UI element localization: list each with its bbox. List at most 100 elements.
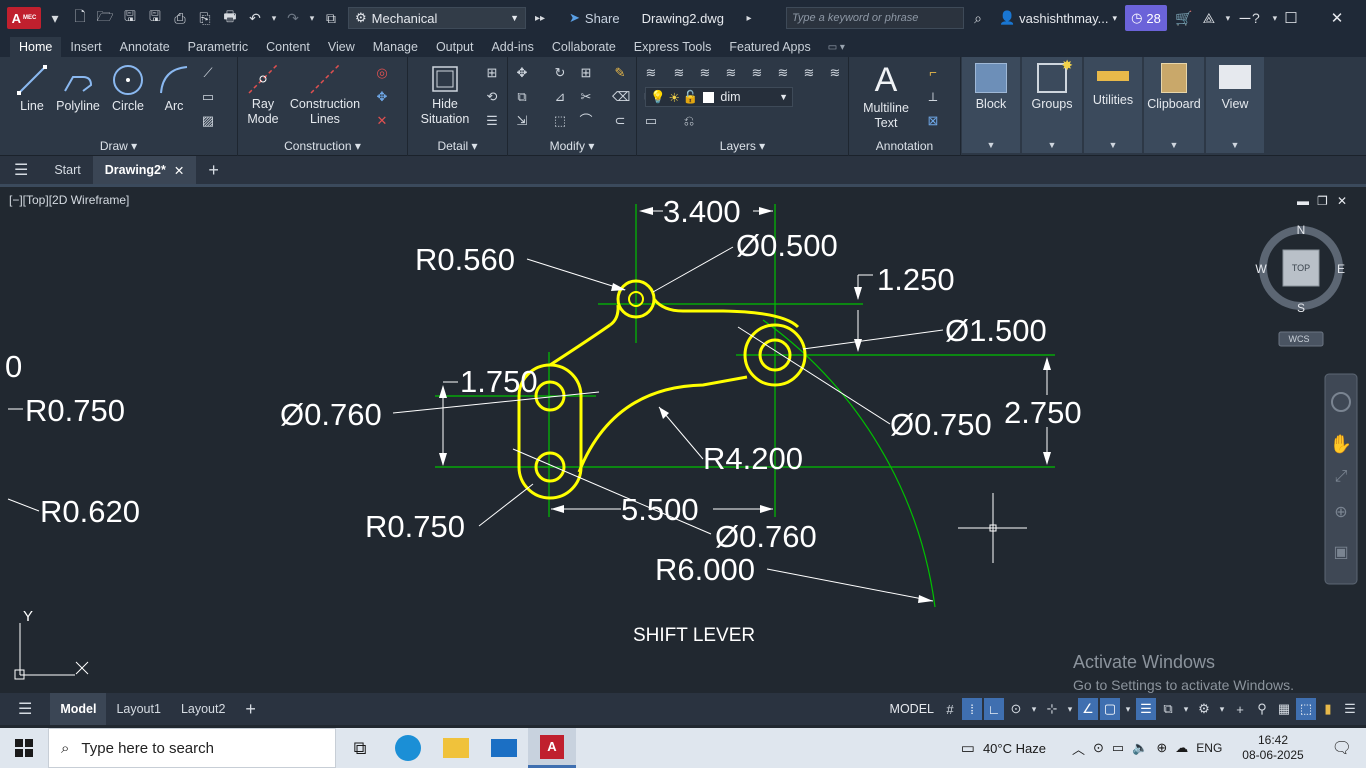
array-icon[interactable]: ⊞ <box>578 65 594 81</box>
layer-select[interactable]: 💡 ☀ 🔓 dim ▼ <box>645 87 793 107</box>
autocad-taskbar-icon[interactable]: A <box>528 728 576 768</box>
tab-express-tools[interactable]: Express Tools <box>625 40 721 57</box>
open-folder-icon[interactable]: 🗁 <box>94 7 116 29</box>
chevron-right-icon[interactable]: ▸ <box>738 7 760 29</box>
object-snap-icon[interactable]: ▢ <box>1100 698 1120 720</box>
expand-toolbar-icon[interactable]: ▸▸ <box>529 7 551 29</box>
offset-icon[interactable]: ⊂ <box>612 113 628 129</box>
object-snap-tracking-icon[interactable]: ⊹ <box>1042 698 1062 720</box>
model-space-button[interactable]: MODEL <box>886 702 938 716</box>
new-file-icon[interactable]: 🗋 <box>69 7 91 29</box>
tab-view[interactable]: View <box>319 40 364 57</box>
quick-properties-icon[interactable]: ⬚ <box>1296 698 1316 720</box>
osnap-menu-icon[interactable]: ▾ <box>1122 698 1134 720</box>
edge-browser-icon[interactable] <box>384 728 432 768</box>
clock[interactable]: 16:42 08-06-2025 <box>1242 733 1303 763</box>
modify-group-title[interactable]: Modify ▾ <box>508 139 636 153</box>
tab-drawing2[interactable]: Drawing2* ✕ <box>92 156 197 184</box>
polar-icon[interactable]: ⊙ <box>1006 698 1026 720</box>
add-icon[interactable]: + <box>1230 698 1250 720</box>
taskbar-search-input[interactable]: ⌕ Type here to search <box>48 728 336 768</box>
snap-icon[interactable]: ✥ <box>374 89 390 105</box>
mail-icon[interactable] <box>480 728 528 768</box>
workspace-select[interactable]: ⚙ Mechanical ▼ <box>348 7 526 29</box>
groups-button[interactable]: ✸ Groups ▼ <box>1022 57 1082 153</box>
osnap-dropdown-icon[interactable]: ▾ <box>1064 698 1076 720</box>
units-icon[interactable]: ▦ <box>1274 698 1294 720</box>
layer-walk-icon[interactable]: ⎌ <box>681 113 697 129</box>
construction-lines-tool[interactable]: Construction Lines <box>286 63 364 127</box>
ortho-icon[interactable]: ∟ <box>984 698 1004 720</box>
layer-box-icon[interactable]: ▭ <box>643 113 659 129</box>
close-button[interactable]: ✕ <box>1314 0 1360 36</box>
showmotion-icon[interactable]: ▣ <box>1333 544 1348 561</box>
file-explorer-icon[interactable] <box>432 728 480 768</box>
redo-icon[interactable]: ↷ <box>282 7 304 29</box>
language-indicator[interactable]: ENG <box>1196 741 1222 755</box>
multiline-text-tool[interactable]: A Multiline Text <box>855 61 917 131</box>
new-tab-icon[interactable]: + <box>196 156 231 184</box>
start-button[interactable] <box>0 728 48 768</box>
rotate-icon[interactable]: ↻ <box>552 65 568 81</box>
add-layout-icon[interactable]: + <box>235 693 266 725</box>
rectangle-icon[interactable]: ▭ <box>200 89 216 105</box>
zoom-extents-icon[interactable]: ⤢ <box>1335 468 1348 485</box>
erase-icon[interactable]: ⌫ <box>612 89 630 105</box>
user-account-button[interactable]: 👤 vashishthmay... ▾ <box>999 10 1117 26</box>
layers-group-title[interactable]: Layers ▾ <box>637 139 848 153</box>
layer-match-icon[interactable]: ≋ <box>827 65 843 81</box>
leader-icon[interactable]: ⌐ <box>925 65 941 81</box>
utilities-button[interactable]: Utilities ▼ <box>1084 57 1142 153</box>
layer-isolate-icon[interactable]: ≋ <box>723 65 739 81</box>
task-view-icon[interactable]: ⧉ <box>336 728 384 768</box>
undo-dropdown-icon[interactable]: ▾ <box>269 7 279 29</box>
ray-mode-tool[interactable]: Ray Mode <box>242 63 284 127</box>
wcs-menu[interactable]: WCS <box>1278 331 1324 347</box>
notification-center-icon[interactable]: 🗨 <box>1332 738 1352 758</box>
close-tab-icon[interactable]: ✕ <box>174 163 184 178</box>
volume-icon[interactable]: 🔈 <box>1132 740 1148 756</box>
tab-insert[interactable]: Insert <box>61 40 110 57</box>
dynamic-input-icon[interactable]: ∠ <box>1078 698 1098 720</box>
drawing-canvas[interactable]: [−][Top][2D Wireframe] ▬ ❐ ✕ 3.400 R0.56… <box>3 187 1364 693</box>
tab-content[interactable]: Content <box>257 40 319 57</box>
chevron-up-icon[interactable]: ︿ <box>1072 739 1085 758</box>
transparency-icon[interactable]: ⧉ <box>1158 698 1178 720</box>
delete-construction-icon[interactable]: ✕ <box>374 113 390 129</box>
table-icon[interactable]: ⊠ <box>925 113 941 129</box>
share-button[interactable]: ➤ Share <box>569 10 620 26</box>
dimension-icon[interactable]: ⟂ <box>925 89 941 105</box>
tab-home[interactable]: Home <box>10 37 62 57</box>
grid-icon[interactable]: # <box>940 698 960 720</box>
ribbon-toggle-icon[interactable]: ▭ ▾ <box>828 42 845 57</box>
polar-dropdown-icon[interactable]: ▾ <box>1028 698 1040 720</box>
print-icon[interactable]: 🖶 <box>219 7 241 29</box>
layer-off-icon[interactable]: ≋ <box>697 65 713 81</box>
settings-gear-icon[interactable]: ⚙ <box>1194 698 1214 720</box>
meet-now-icon[interactable]: ⊙ <box>1093 740 1104 756</box>
isolate-objects-icon[interactable]: ▮ <box>1318 698 1338 720</box>
autodesk-app-icon[interactable]: ⟁ <box>1198 7 1220 29</box>
app-menu-chevron-icon[interactable]: ▾ <box>44 7 66 29</box>
layout-menu-icon[interactable]: ☰ <box>0 693 50 725</box>
undo-icon[interactable]: ↶ <box>244 7 266 29</box>
pan-icon[interactable]: ✋ <box>1330 433 1352 454</box>
scale-icon[interactable]: ⬚ <box>552 113 568 129</box>
line-tool[interactable]: Line <box>10 63 54 114</box>
layer-lock-icon[interactable]: ≋ <box>775 65 791 81</box>
copy-icon[interactable]: ⧉ <box>514 89 530 105</box>
notifications-button[interactable]: ◷ 28 <box>1125 5 1167 31</box>
clipboard-button[interactable]: Clipboard ▼ <box>1144 57 1204 153</box>
tab-start[interactable]: Start <box>42 156 92 184</box>
transparency-dropdown-icon[interactable]: ▾ <box>1180 698 1192 720</box>
maximize-button[interactable]: ☐ <box>1268 0 1314 36</box>
snap-mode-icon[interactable]: ⁞ <box>962 698 982 720</box>
fillet-icon[interactable]: ⌒ <box>578 113 594 129</box>
view-button[interactable]: View ▼ <box>1206 57 1264 153</box>
tab-annotate[interactable]: Annotate <box>111 40 179 57</box>
tab-featured-apps[interactable]: Featured Apps <box>720 40 819 57</box>
tab-layout1[interactable]: Layout1 <box>106 693 170 725</box>
annotation-monitor-icon[interactable]: ⚲ <box>1252 698 1272 720</box>
tab-layout2[interactable]: Layout2 <box>171 693 235 725</box>
weather-text[interactable]: 40°C Haze <box>983 741 1046 756</box>
